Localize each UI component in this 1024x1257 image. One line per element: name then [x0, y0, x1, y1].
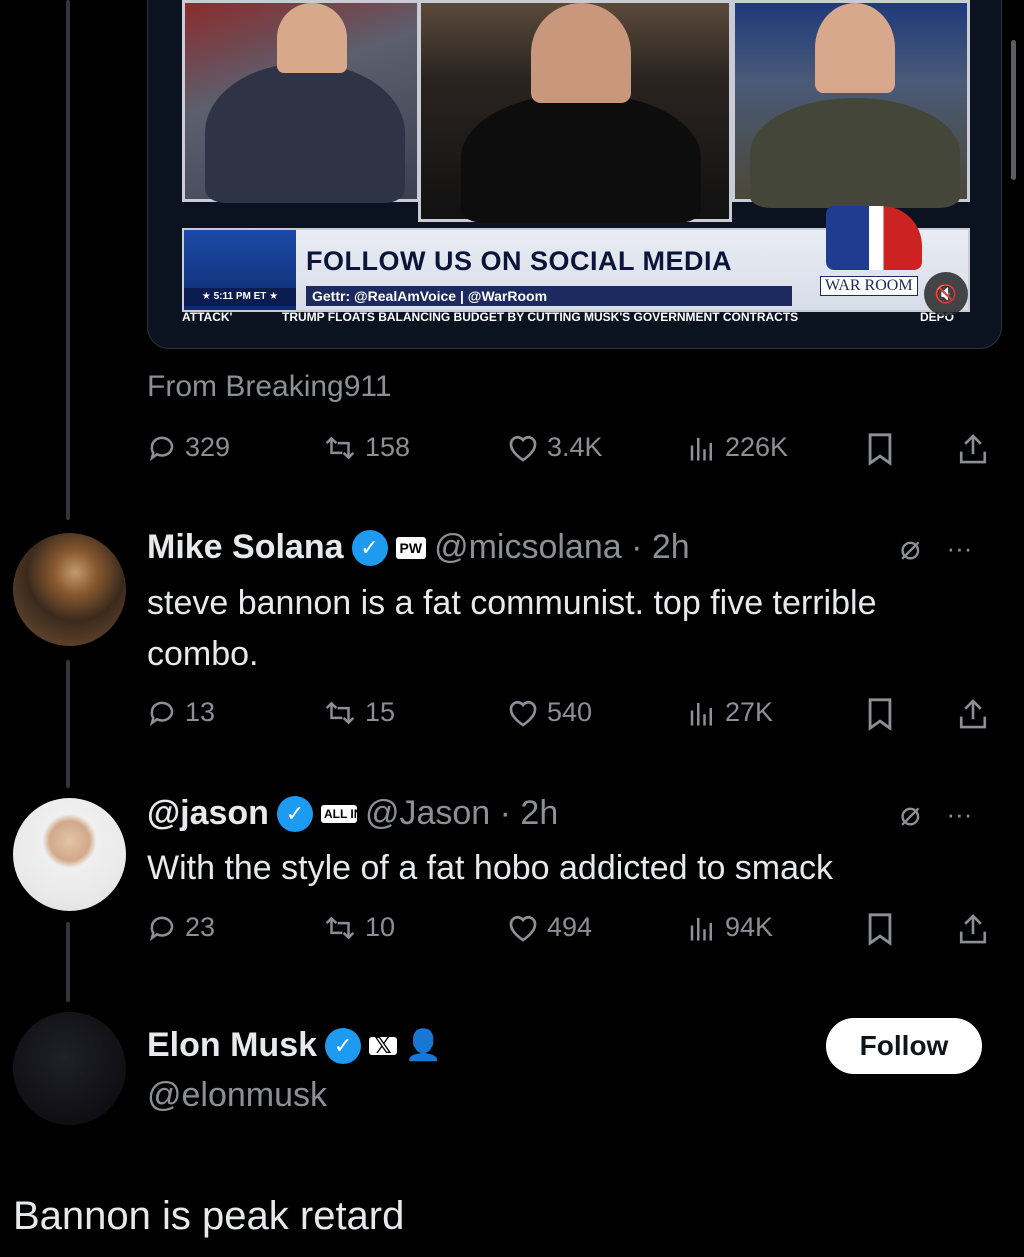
views-button[interactable]: 94K [687, 912, 773, 943]
banner-subtitle: Gettr: @RealAmVoice | @WarRoom [306, 286, 792, 306]
war-room-logo: WAR ROOM [804, 200, 942, 304]
heart-icon [509, 915, 537, 942]
video-frame-left [182, 0, 420, 203]
tweet-text: Bannon is peak retard [13, 1194, 405, 1238]
video-source[interactable]: From Breaking911 [147, 370, 392, 404]
views-button[interactable]: 27K [687, 697, 773, 728]
tweet-text: With the style of a fat hobo addicted to… [147, 849, 834, 887]
share-icon [959, 699, 987, 729]
tweet-menu: ⌀ ··· [900, 794, 972, 834]
share-button[interactable] [957, 432, 989, 466]
heart-icon [509, 700, 537, 727]
reply-button[interactable]: 13 [147, 697, 215, 728]
bookmark-icon [868, 913, 892, 946]
volume-muted-icon[interactable]: 🔇 [924, 272, 968, 316]
views-icon [690, 917, 712, 940]
bookmark-button[interactable] [865, 432, 895, 466]
handle-timestamp[interactable]: @micsolana · 2h [434, 528, 690, 567]
share-icon [959, 914, 987, 944]
share-icon [959, 434, 987, 464]
heart-icon [509, 435, 537, 462]
post-action-bar: 329 158 3.4K 226K [147, 432, 997, 472]
affiliation-badge[interactable]: ALL IN [320, 804, 362, 823]
more-options-icon[interactable]: ··· [946, 533, 972, 564]
bookmark-icon [868, 698, 892, 731]
banner-time: ★ 5:11 PM ET ★ [184, 288, 296, 306]
grok-icon[interactable]: ⌀ [900, 528, 920, 568]
grok-icon[interactable]: ⌀ [900, 794, 920, 834]
share-button[interactable] [957, 697, 989, 731]
handle-row: @elonmusk [147, 1076, 327, 1115]
tweet-text: steve bannon is a fat communist. top fiv… [147, 584, 877, 673]
avatar[interactable] [13, 533, 126, 646]
bookmark-icon [868, 433, 892, 466]
share-button[interactable] [957, 912, 989, 946]
thread-line-mid [66, 660, 70, 788]
like-button[interactable]: 3.4K [507, 432, 603, 463]
more-options-icon[interactable]: ··· [946, 799, 972, 830]
subscriber-icon: 👤 [404, 1029, 443, 1062]
follow-button[interactable]: Follow [826, 1018, 982, 1074]
views-icon [690, 437, 712, 460]
verified-badge-icon: ✓ [351, 529, 388, 566]
handle[interactable]: @elonmusk [147, 1076, 327, 1115]
thread-line-bottom [66, 922, 70, 1002]
views-button[interactable]: 226K [687, 432, 788, 463]
reply-icon [149, 916, 174, 941]
repost-button[interactable]: 15 [323, 697, 395, 728]
tweet-menu: ⌀ ··· [900, 528, 972, 568]
thread-line-top [66, 0, 70, 520]
video-frame-right [732, 0, 970, 208]
tweet-header: Elon Musk ✓ 𝕏 👤 [147, 1026, 442, 1065]
like-button[interactable]: 494 [507, 912, 592, 943]
tweet-header: Mike Solana ✓ PW @micsolana · 2h [147, 528, 690, 567]
reply-button[interactable]: 329 [147, 432, 230, 463]
display-name[interactable]: Elon Musk [147, 1026, 317, 1065]
affiliation-badge[interactable]: PW [395, 536, 427, 559]
scrollbar[interactable] [1011, 40, 1016, 180]
repost-icon [325, 916, 355, 939]
tweet-action-bar: 13 15 540 27K [147, 697, 997, 737]
reply-button[interactable]: 23 [147, 912, 215, 943]
avatar[interactable] [13, 1012, 126, 1125]
repost-icon [325, 436, 355, 459]
bookmark-button[interactable] [865, 697, 895, 731]
video-player[interactable]: ★ 5:11 PM ET ★ FOLLOW US ON SOCIAL MEDIA… [147, 0, 1002, 349]
repost-button[interactable]: 10 [323, 912, 395, 943]
repost-icon [325, 701, 355, 724]
tweet-header: @jason ✓ ALL IN @Jason · 2h [147, 794, 558, 833]
tweet-action-bar: 23 10 494 94K [147, 912, 997, 952]
eagle-flag-icon [826, 206, 922, 270]
avatar[interactable] [13, 798, 126, 911]
repost-button[interactable]: 158 [323, 432, 410, 463]
reply-icon [149, 701, 174, 726]
video-frame-center [418, 0, 732, 223]
banner-title: FOLLOW US ON SOCIAL MEDIA [306, 246, 732, 276]
handle-timestamp[interactable]: @Jason · 2h [365, 794, 558, 833]
bookmark-button[interactable] [865, 912, 895, 946]
display-name[interactable]: Mike Solana [147, 528, 344, 567]
like-button[interactable]: 540 [507, 697, 592, 728]
views-icon [690, 702, 712, 725]
affiliation-badge[interactable]: 𝕏 [369, 1034, 397, 1056]
display-name[interactable]: @jason [147, 794, 269, 833]
verified-badge-icon: ✓ [276, 795, 313, 832]
reply-icon [149, 436, 174, 461]
verified-badge-icon: ✓ [325, 1027, 362, 1064]
